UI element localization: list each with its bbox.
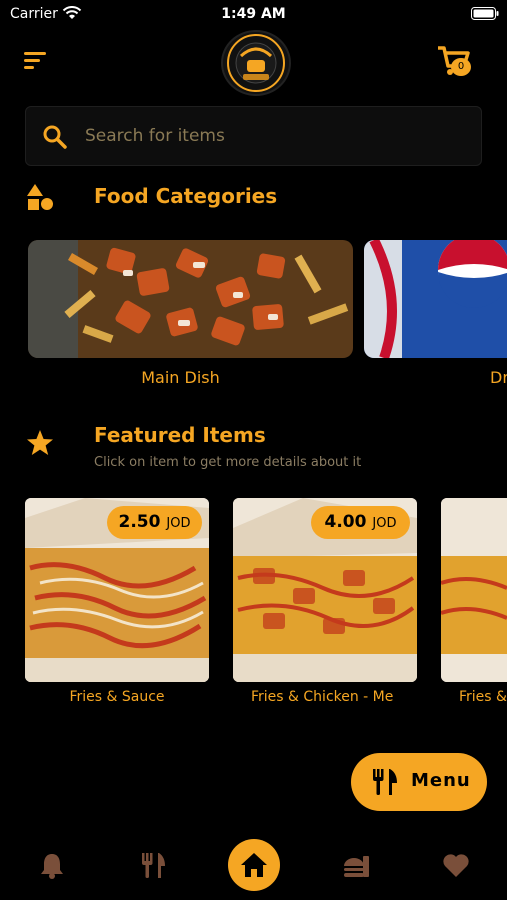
battery-icon <box>471 7 499 20</box>
category-label: Main Dish <box>141 368 220 387</box>
featured-item-label: Fries & Chicken - Me <box>251 689 394 705</box>
featured-item-label: Fries & Sauce <box>69 689 165 705</box>
price-currency: JOD <box>372 516 397 531</box>
logo-emblem <box>227 34 285 92</box>
home-icon <box>241 853 267 877</box>
shapes-icon <box>27 184 53 210</box>
search-input[interactable]: Search for items <box>85 126 225 146</box>
price-value: 2.50 <box>118 512 161 532</box>
main-dish-image <box>28 240 353 358</box>
search-icon <box>43 125 67 149</box>
fries-image-partial <box>441 498 507 682</box>
fast-food-icon[interactable] <box>341 850 371 880</box>
featured-item-card[interactable] <box>441 498 507 682</box>
category-label: Dr <box>490 368 507 387</box>
drinks-image <box>364 240 507 358</box>
restaurant-menu-icon[interactable] <box>138 850 168 880</box>
category-card-main-dish[interactable] <box>28 240 353 358</box>
cart-count-badge: 0 <box>451 58 471 76</box>
status-bar: Carrier 1:49 AM <box>0 0 507 28</box>
price-value: 4.00 <box>324 512 367 532</box>
category-card-drinks[interactable] <box>364 240 507 358</box>
featured-items-subtitle: Click on item to get more details about … <box>94 455 362 470</box>
star-icon <box>27 430 53 455</box>
sort-menu-icon[interactable] <box>24 50 48 70</box>
home-tab[interactable] <box>228 839 280 891</box>
featured-items-title: Featured Items <box>94 423 266 447</box>
food-categories-title: Food Categories <box>94 184 278 208</box>
restaurant-icon <box>373 769 397 795</box>
brand-logo <box>221 30 291 96</box>
featured-item-label: Fries & <box>459 689 507 705</box>
price-badge: 2.50 JOD <box>107 506 202 539</box>
notifications-icon[interactable] <box>37 850 67 880</box>
price-currency: JOD <box>166 516 191 531</box>
menu-button[interactable]: Menu <box>351 753 487 811</box>
clock: 1:49 AM <box>221 6 286 22</box>
favorites-icon[interactable] <box>441 850 471 880</box>
price-badge: 4.00 JOD <box>311 506 410 539</box>
menu-button-label: Menu <box>411 770 471 791</box>
